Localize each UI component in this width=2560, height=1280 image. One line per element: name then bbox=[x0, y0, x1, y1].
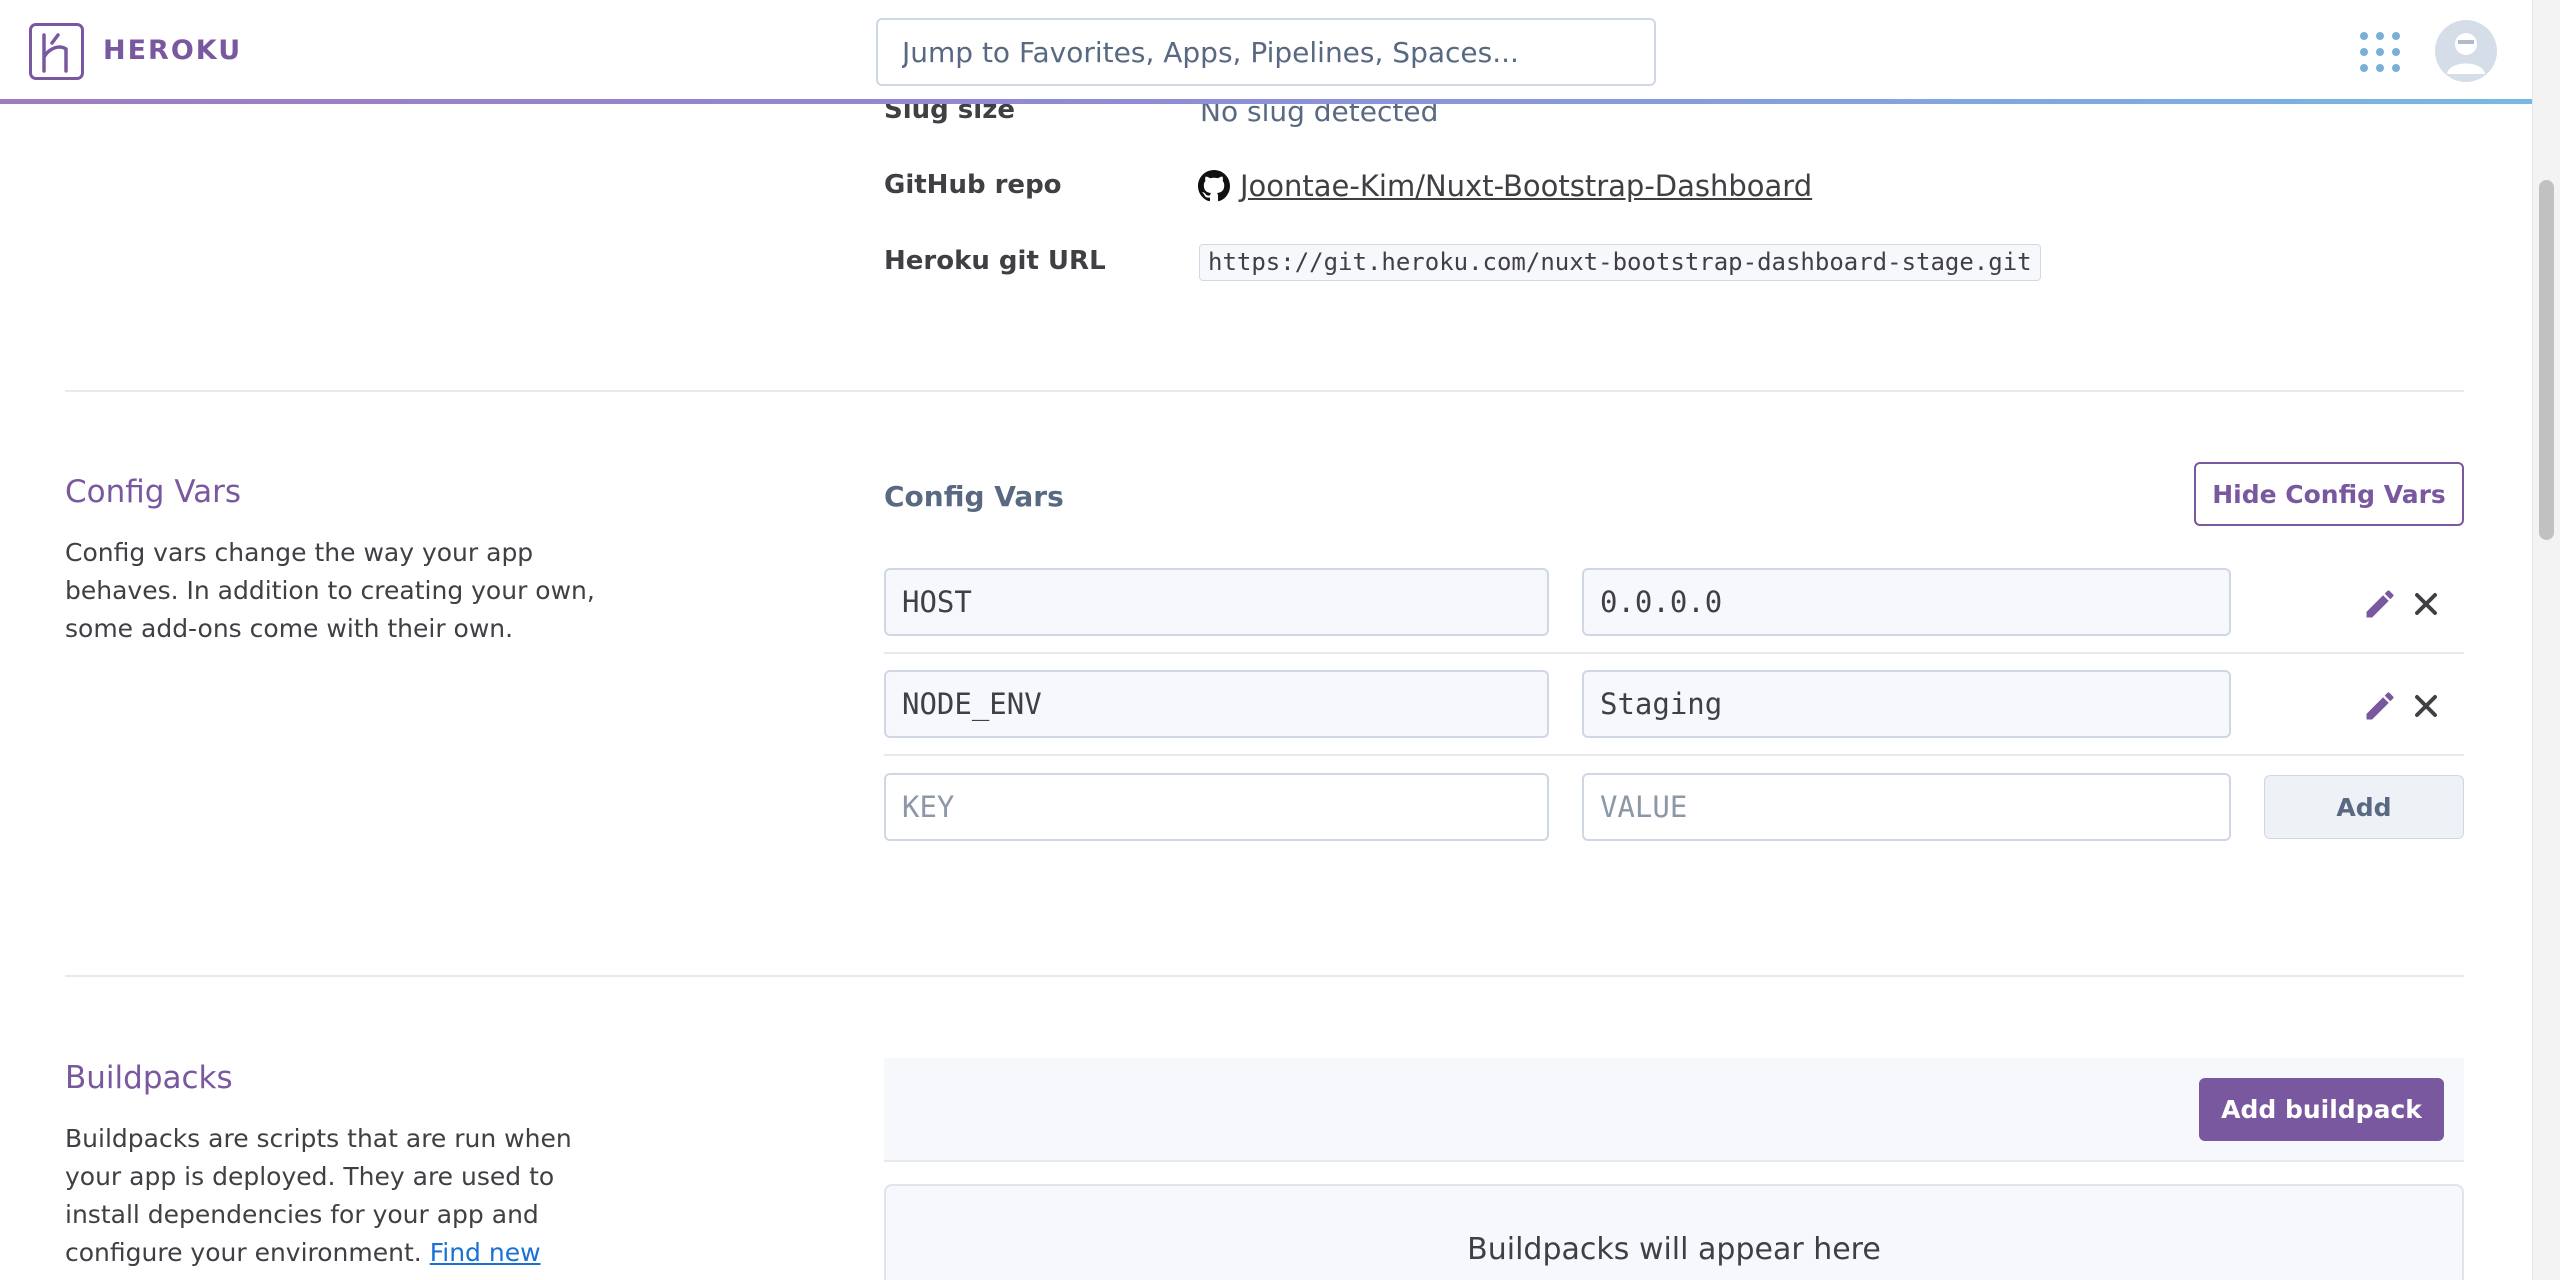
github-repo-label: GitHub repo bbox=[884, 170, 1062, 200]
search-input[interactable] bbox=[876, 18, 1656, 86]
header-gradient-line bbox=[0, 99, 2532, 104]
github-icon bbox=[1198, 170, 1230, 202]
row-separator bbox=[884, 652, 2464, 654]
apps-grid-icon[interactable] bbox=[2360, 32, 2400, 72]
config-var-key-input[interactable] bbox=[884, 670, 1549, 738]
delete-x-icon[interactable] bbox=[2408, 586, 2444, 622]
github-repo-link[interactable]: Joontae-Kim/Nuxt-Bootstrap-Dashboard bbox=[1240, 169, 1812, 203]
git-url-value[interactable]: https://git.heroku.com/nuxt-bootstrap-da… bbox=[1199, 244, 2041, 281]
brand-name[interactable]: HEROKU bbox=[103, 35, 242, 66]
delete-x-icon[interactable] bbox=[2408, 688, 2444, 724]
scrollbar-thumb[interactable] bbox=[2539, 180, 2554, 540]
hide-config-vars-button[interactable]: Hide Config Vars bbox=[2194, 462, 2464, 526]
edit-pencil-icon[interactable] bbox=[2362, 688, 2398, 724]
config-var-key-input[interactable] bbox=[884, 568, 1549, 636]
buildpacks-empty-state: Buildpacks will appear here bbox=[884, 1184, 2464, 1280]
main-content: Slug size No slug detected GitHub repo J… bbox=[0, 0, 2532, 1280]
edit-pencil-icon[interactable] bbox=[2362, 586, 2398, 622]
buildpacks-section-title: Buildpacks bbox=[65, 1060, 233, 1096]
config-vars-section-title: Config Vars bbox=[65, 474, 242, 510]
add-buildpack-button[interactable]: Add buildpack bbox=[2199, 1078, 2444, 1141]
section-divider bbox=[65, 975, 2464, 977]
new-config-key-input[interactable] bbox=[884, 773, 1549, 841]
avatar[interactable] bbox=[2435, 20, 2497, 82]
config-vars-panel-title: Config Vars bbox=[884, 480, 1064, 513]
config-vars-description: Config vars change the way your app beha… bbox=[65, 538, 595, 643]
config-var-value-input[interactable] bbox=[1582, 568, 2231, 636]
buildpacks-empty-text: Buildpacks will appear here bbox=[1467, 1232, 1881, 1267]
page-scrollbar[interactable] bbox=[2532, 0, 2560, 1280]
buildpacks-description: Buildpacks are scripts that are run when… bbox=[65, 1120, 635, 1280]
row-separator bbox=[884, 754, 2464, 756]
heroku-logo-icon[interactable] bbox=[29, 23, 84, 80]
add-config-var-button[interactable]: Add bbox=[2264, 775, 2464, 839]
config-var-value-input[interactable] bbox=[1582, 670, 2231, 738]
top-navigation-bar: HEROKU bbox=[0, 0, 2532, 104]
github-repo-link-container: Joontae-Kim/Nuxt-Bootstrap-Dashboard bbox=[1198, 168, 1812, 204]
git-url-label: Heroku git URL bbox=[884, 246, 1106, 276]
new-config-value-input[interactable] bbox=[1582, 773, 2231, 841]
section-divider bbox=[65, 390, 2464, 392]
